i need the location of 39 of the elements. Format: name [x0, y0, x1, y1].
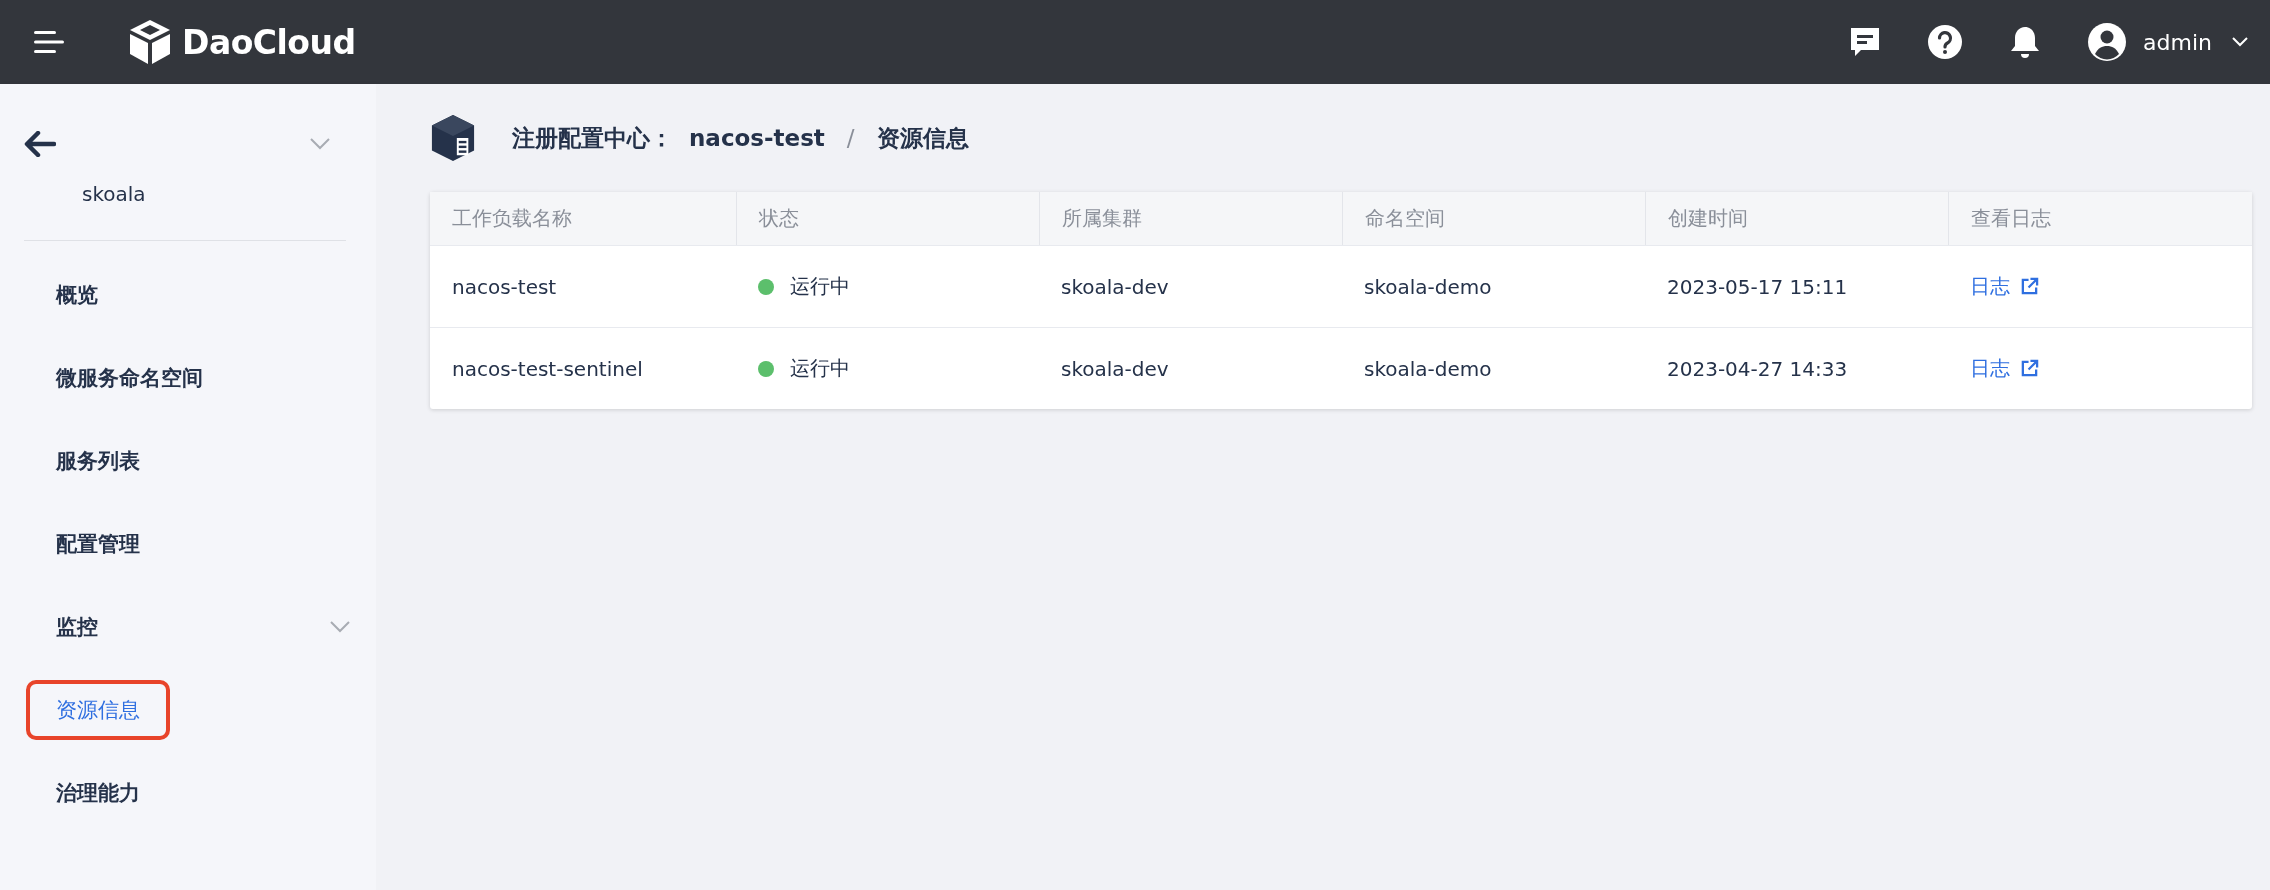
breadcrumb-separator: /: [846, 125, 855, 151]
table-cell: skoala-demo: [1364, 274, 1492, 299]
external-link-icon[interactable]: [2020, 359, 2039, 378]
nav-item[interactable]: 微服务命名空间: [26, 347, 233, 408]
nav-item[interactable]: 概览: [26, 264, 128, 325]
nav-item[interactable]: 资源信息: [26, 679, 170, 740]
column-header: 状态: [736, 192, 1039, 245]
menu-icon[interactable]: [34, 31, 64, 53]
table-cell: 2023-05-17 15:11: [1667, 274, 1848, 299]
table-cell: skoala-dev: [1061, 356, 1169, 381]
table-cell: 2023-04-27 14:33: [1667, 356, 1848, 381]
table-cell: skoala-dev: [1061, 274, 1169, 299]
back-arrow-icon[interactable]: [24, 131, 56, 157]
status-text: 运行中: [790, 273, 850, 300]
breadcrumb-parent[interactable]: 注册配置中心：: [512, 122, 673, 154]
status-text: 运行中: [790, 355, 850, 382]
table-cell: skoala-demo: [1364, 356, 1492, 381]
external-link-icon[interactable]: [2020, 277, 2039, 296]
server-cube-icon: [430, 113, 476, 163]
user-avatar-icon[interactable]: [2087, 22, 2128, 62]
column-header: 命名空间: [1342, 192, 1645, 245]
nav-item[interactable]: 服务列表: [26, 430, 170, 491]
column-header: 查看日志: [1948, 192, 2252, 245]
breadcrumb-instance[interactable]: nacos-test: [689, 125, 825, 151]
nav-item[interactable]: 监控: [26, 596, 128, 657]
brand-name: DaoCloud: [182, 22, 356, 62]
breadcrumb-current: 资源信息: [876, 123, 969, 153]
column-header: 所属集群: [1039, 192, 1342, 245]
log-link[interactable]: 日志: [1970, 355, 2010, 382]
help-icon[interactable]: [1927, 24, 1964, 60]
nav-item[interactable]: 配置管理: [26, 513, 170, 574]
context-name: skoala: [82, 182, 147, 206]
column-header: 创建时间: [1645, 192, 1948, 245]
table-cell: nacos-test: [452, 274, 557, 299]
table-cell: nacos-test-sentinel: [452, 356, 643, 381]
column-header: 工作负载名称: [451, 205, 573, 232]
log-link[interactable]: 日志: [1970, 273, 2010, 300]
user-name[interactable]: admin: [2143, 29, 2212, 55]
nav-item[interactable]: 治理能力: [26, 762, 170, 823]
